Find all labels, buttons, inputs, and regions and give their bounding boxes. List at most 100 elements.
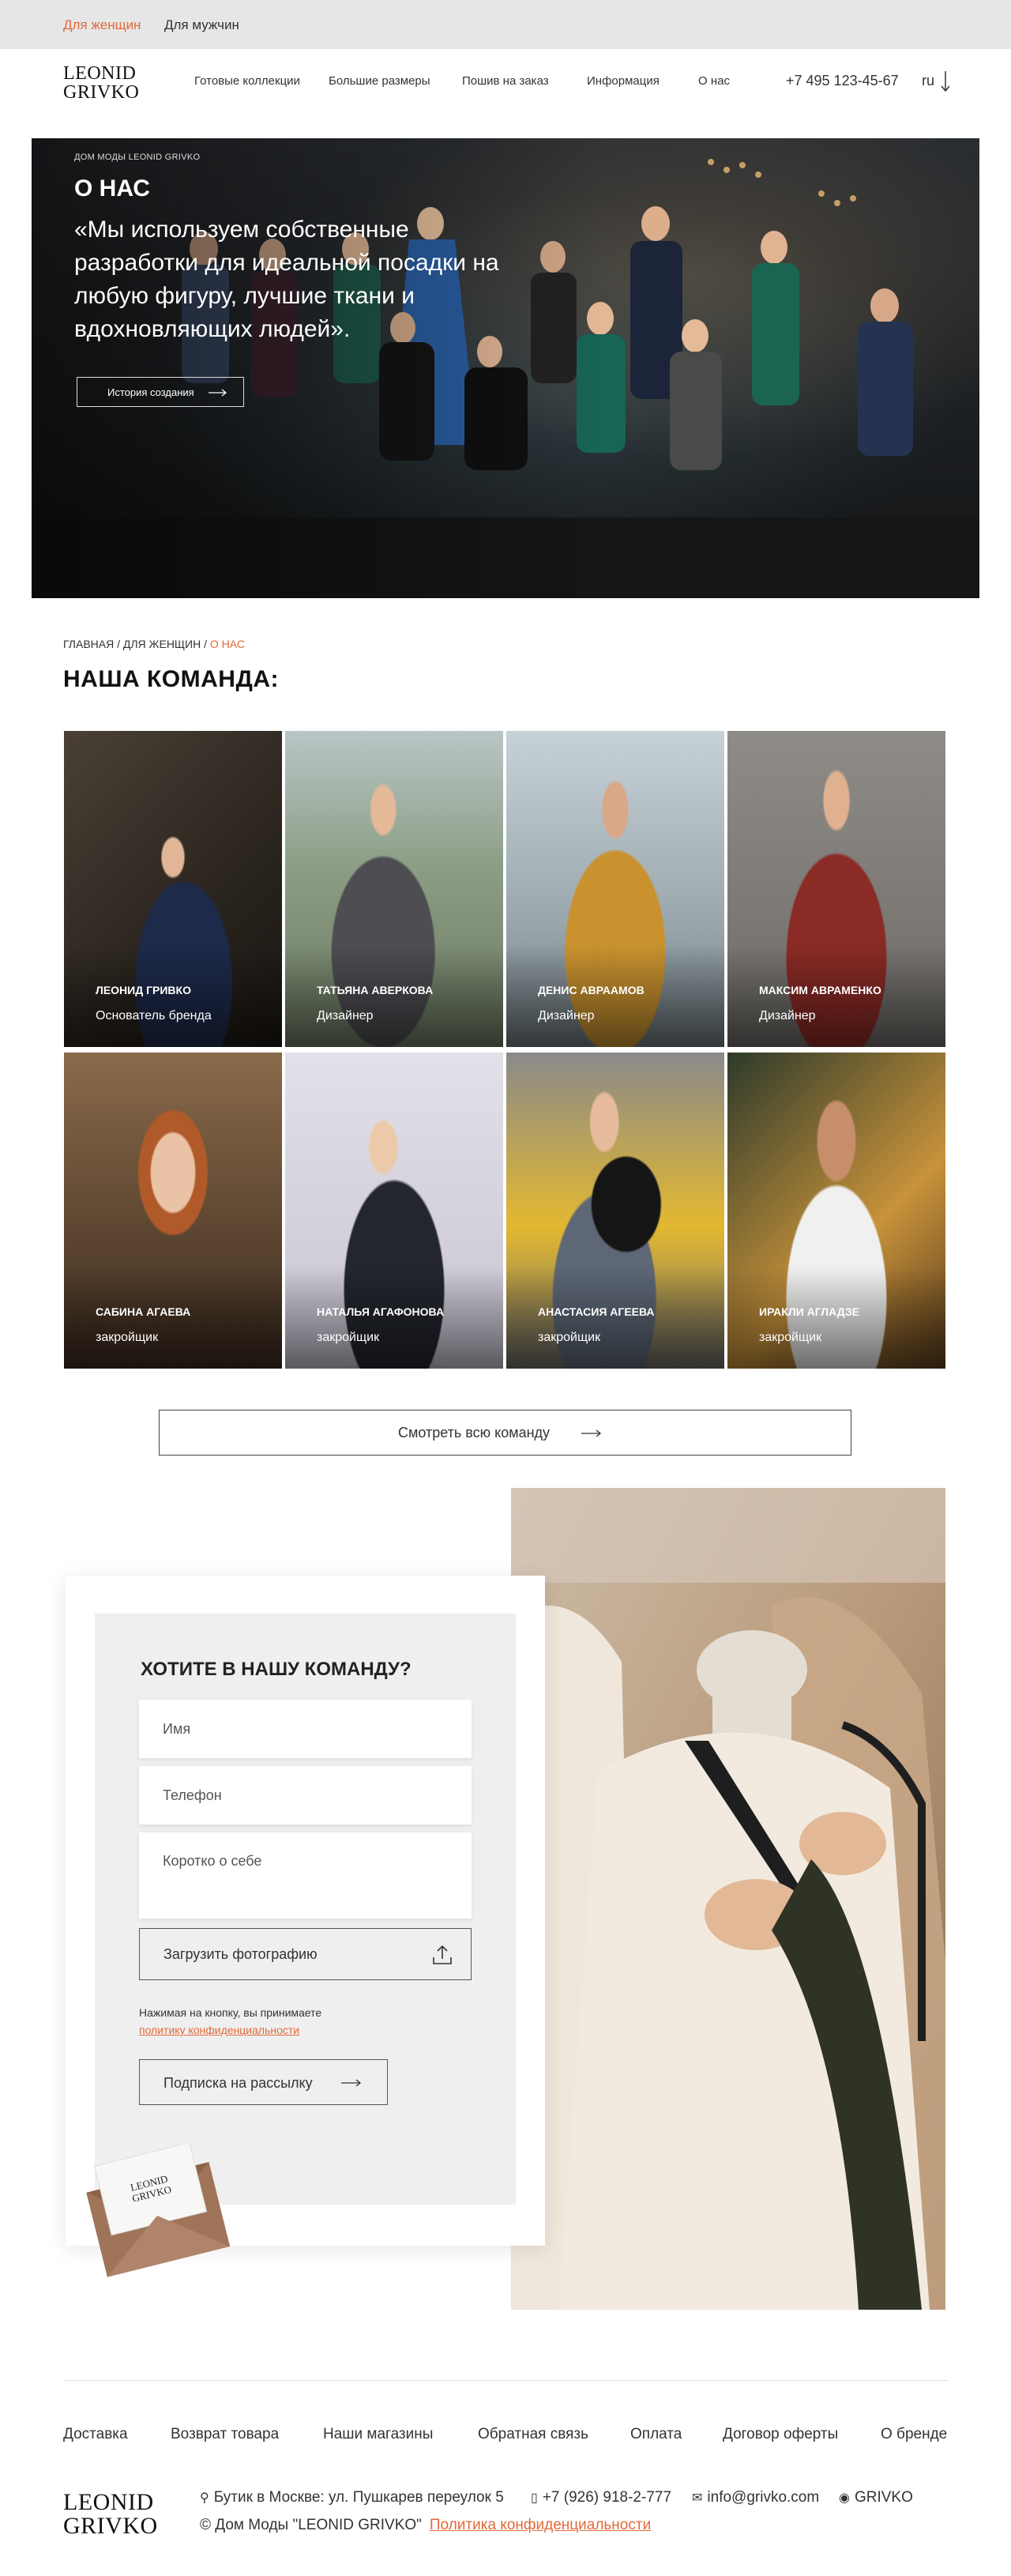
history-button[interactable]: История создания <box>77 377 244 407</box>
member-role: Дизайнер <box>759 1009 816 1022</box>
nav-about[interactable]: О нас <box>698 74 730 88</box>
name-input[interactable] <box>139 1700 472 1758</box>
instagram-icon: ◉ <box>839 2491 850 2505</box>
member-role: закройщик <box>538 1331 601 1344</box>
member-role: Основатель бренда <box>96 1009 212 1022</box>
breadcrumb-women[interactable]: ДЛЯ ЖЕНЩИН <box>123 638 201 650</box>
upload-photo-label: Загрузить фотографию <box>163 1946 318 1962</box>
member-name: ИРАКЛИ АГЛАДЗЕ <box>759 1305 860 1318</box>
breadcrumb-current: О НАС <box>209 638 245 650</box>
header-phone[interactable]: +7 495 123-45-67 <box>786 73 899 89</box>
team-section-title: НАША КОМАНДА: <box>63 666 279 692</box>
consent-label: Нажимая на кнопку, вы принимаете <box>139 2006 322 2019</box>
footer-link-returns[interactable]: Возврат товара <box>171 2426 279 2443</box>
join-form-card: ХОТИТЕ В НАШУ КОМАНДУ? Загрузить фотогра… <box>66 1576 545 2277</box>
footer-instagram-text: GRIVKO <box>854 2489 913 2506</box>
hero-banner <box>32 138 979 598</box>
phone-input[interactable] <box>139 1766 472 1825</box>
logo-line2: GRIVKO <box>63 82 140 103</box>
footer-logo-line1: LEONID <box>63 2489 154 2515</box>
nav-custom-tailoring[interactable]: Пошив на заказ <box>462 74 549 88</box>
member-role: Дизайнер <box>538 1009 595 1022</box>
join-form: ХОТИТЕ В НАШУ КОМАНДУ? Загрузить фотогра… <box>95 1614 516 2205</box>
team-card[interactable]: САБИНА АГАЕВА закройщик <box>64 1053 282 1369</box>
footer-email[interactable]: ✉ info@grivko.com <box>692 2489 819 2506</box>
language-selector[interactable]: ru <box>922 73 934 89</box>
subscribe-button[interactable]: Подписка на рассылку <box>139 2059 388 2105</box>
breadcrumb-separator: / <box>201 638 210 650</box>
arrow-down-icon[interactable] <box>940 70 951 93</box>
member-role: Дизайнер <box>317 1009 374 1022</box>
top-bar: Для женщин Для мужчин <box>0 0 1011 49</box>
team-card[interactable]: ТАТЬЯНА АВЕРКОВА Дизайнер <box>285 731 503 1047</box>
footer-link-stores[interactable]: Наши магазины <box>323 2426 433 2443</box>
arrow-right-icon <box>581 1429 602 1437</box>
nav-large-sizes[interactable]: Большие размеры <box>329 74 430 88</box>
team-card[interactable]: МАКСИМ АВРАМЕНКО Дизайнер <box>727 731 945 1047</box>
footer-email-text: info@grivko.com <box>707 2489 820 2506</box>
team-card[interactable]: ИРАКЛИ АГЛАДЗЕ закройщик <box>727 1053 945 1369</box>
view-all-team-label: Смотреть всю команду <box>398 1425 551 1441</box>
hero-overlay <box>32 138 600 598</box>
arrow-right-icon <box>341 2079 362 2087</box>
nav-women-link[interactable]: Для женщин <box>63 17 141 33</box>
history-button-label: История создания <box>107 386 194 398</box>
footer-logo-line2: GRIVKO <box>63 2513 158 2539</box>
breadcrumb: ГЛАВНАЯ / ДЛЯ ЖЕНЩИН / О НАС <box>63 638 245 650</box>
footer-link-about[interactable]: О бренде <box>881 2426 947 2443</box>
phone-icon: ▯ <box>531 2491 538 2505</box>
tailor-photo <box>511 1488 945 2310</box>
hero-title: О НАС <box>74 175 150 201</box>
location-icon: ⚲ <box>200 2491 209 2505</box>
member-name: ЛЕОНИД ГРИВКО <box>96 984 191 996</box>
footer-link-offer[interactable]: Договор оферты <box>723 2426 838 2443</box>
footer-instagram[interactable]: ◉ GRIVKO <box>839 2489 913 2506</box>
member-name: ТАТЬЯНА АВЕРКОВА <box>317 984 434 996</box>
member-name: САБИНА АГАЕВА <box>96 1305 191 1318</box>
nav-information[interactable]: Информация <box>587 74 660 88</box>
footer-logo[interactable]: LEONID GRIVKO <box>63 2491 158 2538</box>
logo-line1: LEONID <box>63 63 137 84</box>
member-name: МАКСИМ АВРАМЕНКО <box>759 984 881 996</box>
privacy-policy-link[interactable]: политику конфиденциальности <box>139 2024 299 2036</box>
footer-phone[interactable]: ▯ +7 (926) 918-2-777 <box>531 2489 671 2506</box>
breadcrumb-separator: / <box>114 638 123 650</box>
team-card[interactable]: НАТАЛЬЯ АГАФОНОВА закройщик <box>285 1053 503 1369</box>
tailor-illustration <box>511 1488 945 2310</box>
team-card[interactable]: ЛЕОНИД ГРИВКО Основатель бренда <box>64 731 282 1047</box>
arrow-right-icon <box>209 389 227 397</box>
footer-divider <box>63 2380 948 2381</box>
footer-link-payment[interactable]: Оплата <box>630 2426 682 2443</box>
copyright-text: © Дом Моды "LEONID GRIVKO" <box>200 2517 422 2533</box>
envelope-icon: LEONID GRIVKO <box>86 2145 231 2277</box>
consent-text: Нажимая на кнопку, вы принимаете политик… <box>139 2004 321 2039</box>
footer-copyright: © Дом Моды "LEONID GRIVKO" Политика конфи… <box>200 2517 651 2534</box>
member-name: АНАСТАСИЯ АГЕЕВА <box>538 1305 655 1318</box>
view-all-team-button[interactable]: Смотреть всю команду <box>159 1410 851 1456</box>
nav-men-link[interactable]: Для мужчин <box>164 17 239 33</box>
hero-caption: ДОМ МОДЫ LEONID GRIVKO <box>74 153 201 162</box>
upload-photo-button[interactable]: Загрузить фотографию <box>139 1928 472 1980</box>
member-role: закройщик <box>317 1331 380 1344</box>
subscribe-label: Подписка на рассылку <box>163 2075 313 2091</box>
footer-phone-text: +7 (926) 918-2-777 <box>542 2489 672 2506</box>
footer-link-delivery[interactable]: Доставка <box>63 2426 128 2443</box>
team-card[interactable]: АНАСТАСИЯ АГЕЕВА закройщик <box>506 1053 724 1369</box>
about-textarea[interactable] <box>139 1832 472 1919</box>
team-card[interactable]: ДЕНИС АВРААМОВ Дизайнер <box>506 731 724 1047</box>
join-form-title: ХОТИТЕ В НАШУ КОМАНДУ? <box>141 1659 412 1680</box>
footer-address-text: Бутик в Москве: ул. Пушкарев переулок 5 <box>213 2489 504 2506</box>
hero-quote: «Мы используем собственные разработки дл… <box>74 217 499 342</box>
member-name: НАТАЛЬЯ АГАФОНОВА <box>317 1305 445 1318</box>
member-role: закройщик <box>96 1331 159 1344</box>
nav-ready-collections[interactable]: Готовые коллекции <box>194 74 300 88</box>
logo[interactable]: LEONID GRIVKO <box>63 64 139 102</box>
member-role: закройщик <box>759 1331 822 1344</box>
header: LEONID GRIVKO Готовые коллекции Большие … <box>0 49 1011 137</box>
footer-privacy-link[interactable]: Политика конфиденциальности <box>430 2517 651 2533</box>
upload-icon <box>433 1945 452 1964</box>
footer-link-feedback[interactable]: Обратная связь <box>478 2426 588 2443</box>
breadcrumb-home[interactable]: ГЛАВНАЯ <box>63 638 114 650</box>
footer-address: ⚲ Бутик в Москве: ул. Пушкарев переулок 5 <box>200 2489 504 2506</box>
mail-icon: ✉ <box>692 2491 703 2505</box>
